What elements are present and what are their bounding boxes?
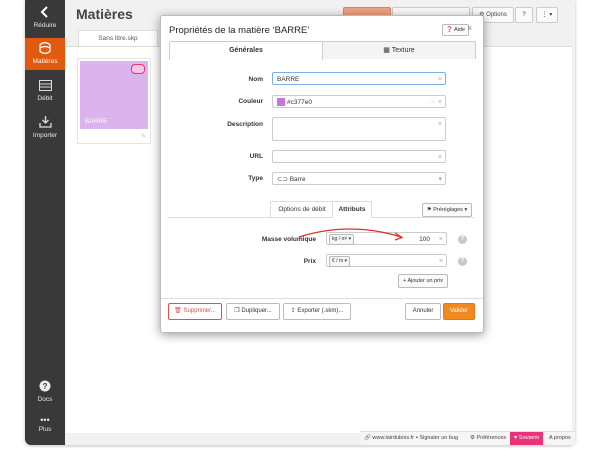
more-icon: ••• — [40, 415, 50, 425]
footer-prefs-link[interactable]: ⚙ Préférences — [466, 432, 510, 445]
export-label: Exporter (.skm)... — [297, 308, 344, 314]
tab-debit-options[interactable]: Options de débit — [270, 201, 334, 218]
clear-icon[interactable]: × — [439, 233, 443, 246]
name-input[interactable]: BARRE × — [272, 72, 446, 85]
material-swatch: BARRE — [80, 61, 148, 129]
presets-label: Préréglages — [433, 207, 463, 213]
caret-down-icon: ▾ — [462, 207, 468, 213]
close-icon[interactable]: × — [467, 23, 472, 33]
help-icon[interactable]: ? — [458, 257, 467, 266]
sidebar-item-more[interactable]: ••• Plus — [25, 415, 65, 434]
sidebar-item-label: Matières — [32, 58, 58, 65]
file-tab[interactable]: Sans titre.skp — [78, 30, 158, 47]
tab-attributes[interactable]: Attributs — [332, 201, 372, 218]
help-icon: ❓ — [446, 27, 453, 33]
name-label: Nom — [248, 76, 263, 83]
footer-site-label: www.lairdubois.fr — [372, 435, 414, 441]
annotation-arrow-icon — [298, 228, 404, 241]
help-button[interactable]: ? — [515, 7, 533, 23]
page-title: Matières — [76, 6, 133, 22]
footer-bug-label: Signaler un bug — [419, 435, 459, 441]
materials-icon — [25, 42, 65, 56]
duplicate-button[interactable]: ❐ Dupliquer... — [226, 303, 280, 320]
footer-bug-link[interactable]: ▪ Signaler un bug — [412, 432, 462, 445]
sidebar-item-debit[interactable]: Débit — [25, 80, 65, 102]
clear-icon[interactable]: × — [438, 73, 442, 86]
footer-about-link[interactable]: A propos — [545, 432, 575, 445]
sidebar-item-label: Importer — [32, 132, 58, 139]
clear-icon[interactable]: × — [439, 255, 443, 268]
help-button[interactable]: ❓ Aide — [442, 24, 470, 36]
edit-icon[interactable]: ✎ — [141, 133, 146, 140]
help-icon: ? — [25, 380, 65, 394]
url-label: URL — [249, 153, 263, 160]
dialog-tabs: Générales ▦ Texture — [169, 41, 476, 60]
dialog-title: Propriétés de la matière ‘BARRE’ — [169, 25, 310, 36]
color-label: Couleur — [238, 98, 263, 105]
name-value: BARRE — [277, 76, 300, 83]
footer-about-label: A propos — [549, 435, 571, 441]
footer-site-link[interactable]: 🔗 www.lairdubois.fr — [360, 432, 418, 445]
sidebar-item-label: Réduire — [33, 22, 57, 29]
price-unit-value: € / m — [332, 258, 344, 264]
sidebar-item-docs[interactable]: ? Docs — [25, 380, 65, 403]
bar-type-icon: ⊂⊃ — [277, 176, 290, 183]
import-icon — [25, 116, 65, 130]
tab-texture-label: Texture — [391, 47, 415, 54]
type-value: Barre — [289, 176, 306, 183]
more-vertical-icon: ⋮ ▾ — [541, 12, 553, 18]
price-label: Prix — [303, 258, 316, 265]
footer-support-label: Soutenir — [518, 435, 540, 441]
tab-texture[interactable]: ▦ Texture — [322, 41, 476, 59]
cancel-button[interactable]: Annuler — [405, 303, 441, 320]
sidebar: Réduire Matières Débit Importer ? Docs •… — [25, 0, 65, 445]
sidebar-item-label: Plus — [38, 426, 52, 433]
list-icon — [25, 80, 65, 93]
clear-icon[interactable]: × — [438, 151, 442, 164]
chevron-left-icon — [25, 6, 65, 20]
material-card[interactable]: BARRE ✎ — [77, 58, 151, 144]
caret-down-icon: ▾ — [438, 176, 442, 183]
add-price-label: Ajouter un prix — [407, 278, 443, 284]
type-select[interactable]: ⊂⊃ Barre ▾ — [272, 172, 446, 185]
delete-button[interactable]: 🗑 Supprimer... — [168, 303, 222, 320]
url-input[interactable]: × — [272, 150, 446, 163]
sidebar-item-label: Débit — [37, 95, 53, 102]
type-label: Type — [248, 175, 263, 182]
help-label: Aide — [454, 27, 466, 33]
footer-prefs-label: Préférences — [476, 435, 507, 441]
help-icon[interactable]: ? — [458, 235, 467, 244]
description-input[interactable]: × — [272, 117, 446, 141]
sidebar-item-materials[interactable]: Matières — [25, 38, 65, 70]
color-swatch[interactable] — [277, 98, 285, 107]
sidebar-item-reduce[interactable]: Réduire — [25, 6, 65, 29]
color-value: #c377e0 — [287, 99, 312, 106]
sidebar-item-import[interactable]: Importer — [25, 116, 65, 139]
material-type-badge-icon — [131, 64, 145, 74]
duplicate-label: Dupliquer... — [241, 308, 272, 314]
add-price-button[interactable]: + Ajouter un prix — [398, 274, 448, 288]
tab-general[interactable]: Générales — [169, 41, 323, 60]
texture-icon: ▦ — [383, 47, 392, 54]
description-label: Description — [227, 121, 263, 128]
material-card-label: BARRE — [85, 118, 108, 125]
color-input[interactable]: #c377e0 ··· × — [272, 95, 446, 108]
clear-icon[interactable]: × — [438, 118, 442, 131]
price-input[interactable]: € / m ▾ × — [326, 254, 447, 267]
svg-text:?: ? — [43, 382, 48, 391]
sidebar-item-label: Docs — [37, 396, 53, 403]
help-icon: ? — [522, 12, 526, 18]
menu-button[interactable]: ⋮ ▾ — [536, 7, 558, 23]
validate-button[interactable]: Valider — [443, 303, 475, 320]
status-footer: 🔗 www.lairdubois.fr ▪ Signaler un bug ⚙ … — [360, 431, 575, 445]
price-unit-select[interactable]: € / m ▾ — [329, 256, 351, 267]
density-value: 100 — [419, 236, 430, 243]
export-button[interactable]: ⇪ Exporter (.skm)... — [283, 303, 351, 320]
presets-button[interactable]: ⚑ Préréglages ▾ — [422, 203, 472, 217]
options-label: Options — [486, 12, 507, 18]
clear-icon[interactable]: ··· × — [429, 96, 442, 109]
footer-support-link[interactable]: ♥ Soutenir — [510, 432, 544, 445]
delete-label: Supprimer... — [183, 308, 216, 314]
dialog-footer-divider — [161, 298, 483, 299]
